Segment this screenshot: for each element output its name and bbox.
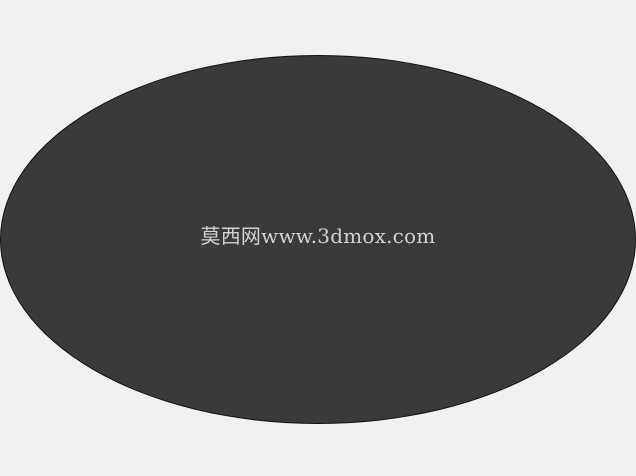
watermark-text: 莫西网www.3dmox.com [200,224,436,248]
image-canvas: 莫西网www.3dmox.com [0,0,636,476]
